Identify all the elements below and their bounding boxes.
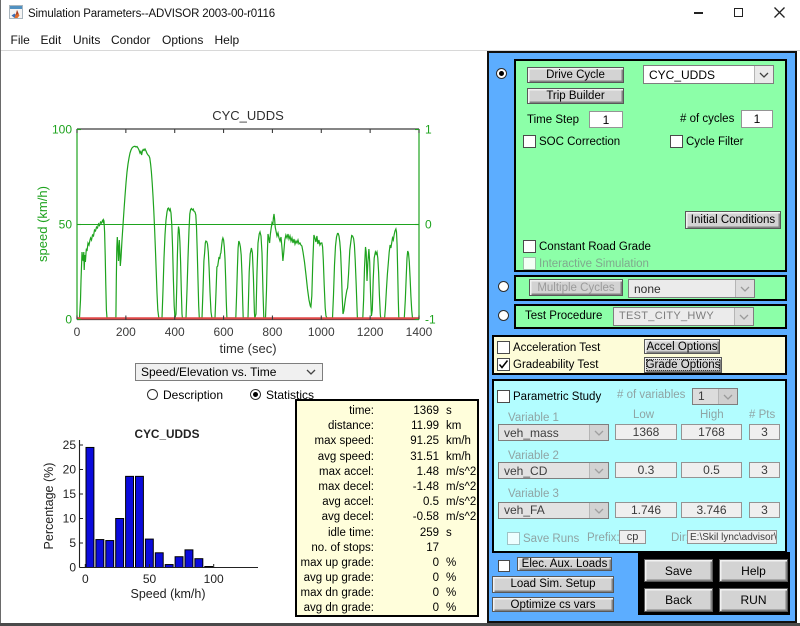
svg-text:15: 15 [63,487,77,501]
svg-text:Speed (km/h): Speed (km/h) [130,587,205,601]
svg-text:-1: -1 [425,313,436,327]
svg-text:400: 400 [165,325,185,339]
svg-text:CYC_UDDS: CYC_UDDS [135,427,200,441]
svg-text:0: 0 [74,325,81,339]
svg-text:1400: 1400 [406,325,433,339]
svg-text:1: 1 [425,123,432,137]
svg-text:50: 50 [143,572,157,586]
svg-text:0: 0 [425,218,432,232]
svg-text:50: 50 [59,218,73,232]
svg-text:1000: 1000 [308,325,335,339]
svg-text:800: 800 [262,325,282,339]
svg-text:speed (km/h): speed (km/h) [35,186,50,262]
svg-text:0: 0 [69,561,76,575]
svg-text:time (sec): time (sec) [219,341,276,356]
svg-text:10: 10 [63,512,77,526]
svg-text:1200: 1200 [357,325,384,339]
svg-text:20: 20 [63,463,77,477]
svg-text:200: 200 [116,325,136,339]
svg-text:0: 0 [82,572,89,586]
svg-text:100: 100 [204,572,224,586]
svg-text:100: 100 [52,123,72,137]
svg-text:Percentage (%): Percentage (%) [42,463,56,550]
svg-text:CYC_UDDS: CYC_UDDS [212,108,284,123]
svg-text:0: 0 [65,313,72,327]
svg-text:25: 25 [63,438,77,452]
svg-text:5: 5 [69,536,76,550]
svg-text:600: 600 [214,325,234,339]
